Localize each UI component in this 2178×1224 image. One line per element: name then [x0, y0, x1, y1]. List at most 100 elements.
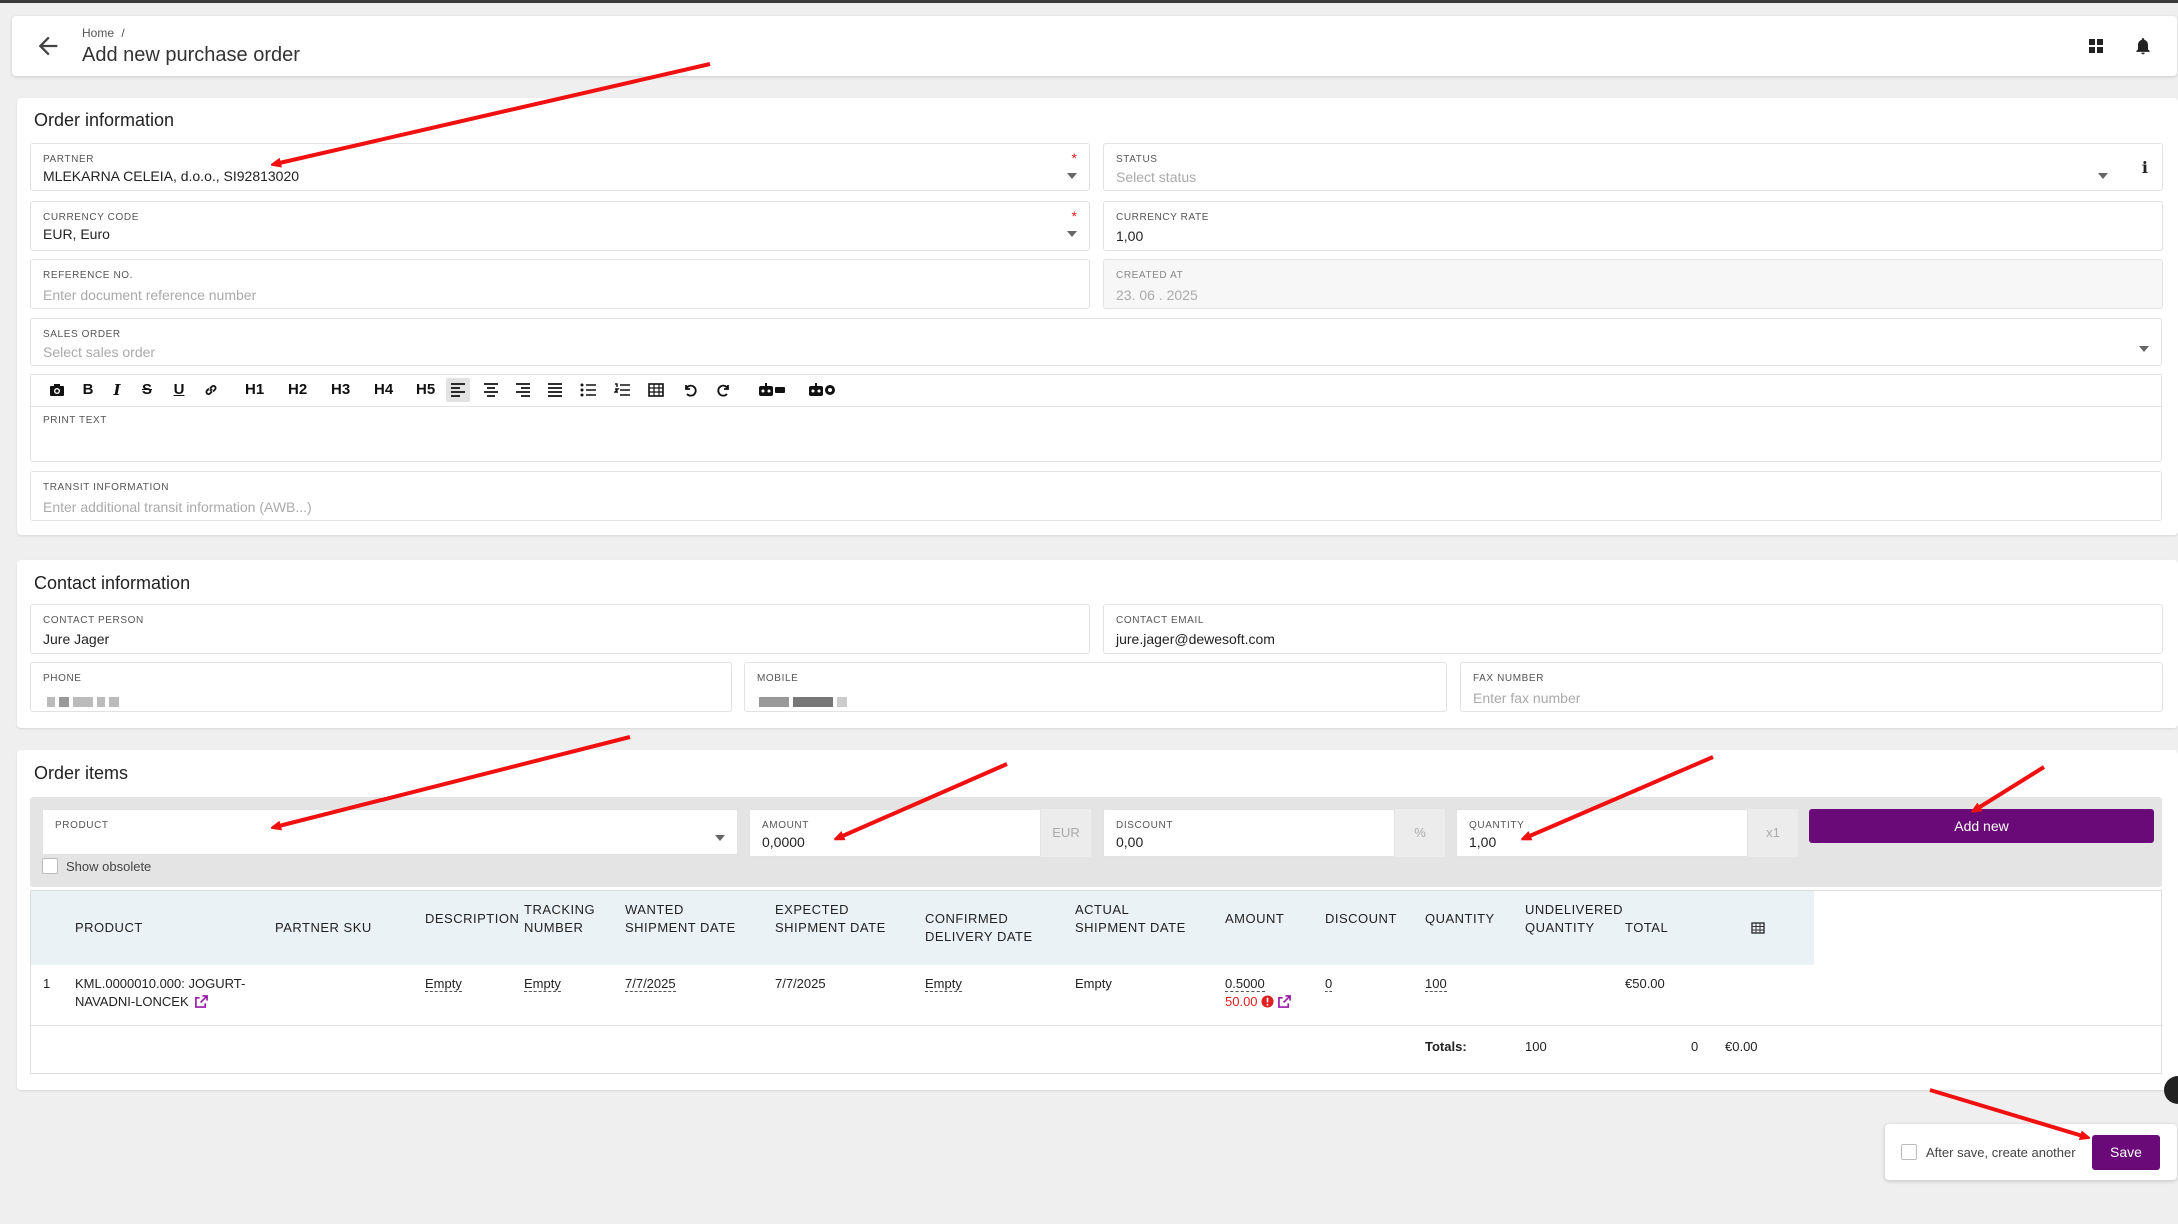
reference-no-input[interactable]: REFERENCE NO. Enter document reference n…	[30, 259, 1090, 309]
after-save-create-another-checkbox[interactable]	[1901, 1144, 1917, 1160]
external-link-icon[interactable]	[1277, 995, 1291, 1013]
quantity-value: 1,00	[1469, 834, 1497, 850]
phone-input[interactable]: PHONE	[30, 662, 732, 712]
chevron-down-icon[interactable]	[2139, 346, 2149, 352]
align-right-icon[interactable]	[511, 378, 535, 402]
row-expected-date: 7/7/2025	[775, 976, 826, 991]
align-justify-icon[interactable]	[543, 378, 567, 402]
undo-icon[interactable]	[678, 378, 702, 402]
status-select[interactable]: STATUS Select status i	[1103, 143, 2163, 191]
bold-icon[interactable]: B	[76, 378, 100, 402]
created-at-label: CREATED AT	[1116, 270, 1184, 281]
mobile-input[interactable]: MOBILE	[744, 662, 1447, 712]
col-expected-line1: EXPECTED	[775, 902, 850, 917]
col-partner-sku[interactable]: PARTNER SKU	[275, 919, 372, 937]
italic-icon[interactable]: I	[105, 378, 129, 402]
add-new-button[interactable]: Add new	[1809, 809, 2154, 843]
col-confirmed-delivery-date[interactable]: CONFIRMED DELIVERY DATE	[925, 910, 1033, 946]
contact-email-input[interactable]: CONTACT EMAIL jure.jager@dewesoft.com	[1103, 604, 2163, 654]
heading4-icon[interactable]: H4	[370, 378, 397, 402]
col-wanted-line1: WANTED	[625, 902, 684, 917]
bell-icon[interactable]	[2133, 36, 2153, 56]
column-settings-icon[interactable]	[1751, 921, 1765, 939]
info-icon[interactable]: i	[2142, 158, 2148, 177]
col-wanted-shipment-date[interactable]: WANTED SHIPMENT DATE	[625, 901, 736, 937]
percent-suffix: %	[1395, 809, 1445, 857]
row-quantity[interactable]: 100	[1425, 976, 1447, 992]
back-arrow-icon[interactable]	[34, 32, 62, 60]
discount-input[interactable]: DISCOUNT 0,00	[1103, 809, 1395, 857]
required-marker: *	[1071, 208, 1077, 224]
phone-redacted	[47, 693, 123, 711]
chevron-down-icon[interactable]	[715, 835, 725, 841]
camera-icon[interactable]	[45, 378, 69, 402]
row-discount[interactable]: 0	[1325, 976, 1333, 992]
partner-value: MLEKARNA CELEIA, d.o.o., SI92813020	[43, 168, 300, 184]
contact-email-value: jure.jager@dewesoft.com	[1116, 631, 1275, 647]
show-obsolete-checkbox[interactable]	[42, 858, 58, 874]
col-quantity[interactable]: QUANTITY	[1425, 910, 1495, 928]
fax-number-input[interactable]: FAX NUMBER Enter fax number	[1460, 662, 2163, 712]
col-total[interactable]: TOTAL	[1625, 919, 1668, 937]
discount-value: 0,00	[1116, 834, 1144, 850]
heading2-icon[interactable]: H2	[284, 378, 311, 402]
transit-information-input[interactable]: TRANSIT INFORMATION Enter additional tra…	[30, 471, 2162, 521]
created-at-value: 23. 06 . 2025	[1116, 287, 1198, 303]
col-expected-shipment-date[interactable]: EXPECTED SHIPMENT DATE	[775, 901, 886, 937]
grid-apps-icon[interactable]	[2086, 36, 2106, 56]
print-text-editor[interactable]: PRINT TEXT	[30, 406, 2162, 462]
sales-order-select[interactable]: SALES ORDER Select sales order	[30, 318, 2162, 366]
save-button[interactable]: Save	[2092, 1135, 2160, 1170]
row-product-line1: KML.0000010.000: JOGURT-	[75, 976, 246, 991]
row-product-line2: NAVADNI-LONCEK	[75, 994, 189, 1009]
row-confirmed-date[interactable]: Empty	[925, 976, 962, 992]
row-tracking-number[interactable]: Empty	[524, 976, 561, 992]
row-wanted-date[interactable]: 7/7/2025	[625, 976, 676, 992]
currency-code-select[interactable]: CURRENCY CODE EUR, Euro *	[30, 201, 1090, 251]
table-header: PRODUCT PARTNER SKU DESCRIPTION TRACKING…	[31, 891, 1814, 965]
heading3-icon[interactable]: H3	[327, 378, 354, 402]
row-amount-warning: 50.00	[1225, 994, 1258, 1009]
external-link-icon[interactable]	[195, 995, 209, 1013]
col-product[interactable]: PRODUCT	[75, 919, 143, 937]
table-icon[interactable]	[644, 378, 668, 402]
mobile-redacted	[759, 693, 851, 711]
chevron-down-icon[interactable]	[1067, 173, 1077, 179]
row-amount[interactable]: 0.5000	[1225, 976, 1265, 992]
amount-input[interactable]: AMOUNT 0,0000	[749, 809, 1041, 857]
currency-code-value: EUR, Euro	[43, 226, 110, 242]
strikethrough-icon[interactable]: S	[135, 378, 159, 402]
numbered-list-icon[interactable]	[610, 378, 634, 402]
col-tracking-number[interactable]: TRACKING NUMBER	[524, 901, 595, 937]
underline-icon[interactable]: U	[167, 378, 191, 402]
align-left-icon[interactable]	[446, 378, 470, 402]
chevron-down-icon[interactable]	[1067, 231, 1077, 237]
chevron-down-icon[interactable]	[2098, 173, 2108, 179]
heading1-icon[interactable]: H1	[241, 378, 268, 402]
col-discount[interactable]: DISCOUNT	[1325, 910, 1397, 928]
heading5-icon[interactable]: H5	[412, 378, 439, 402]
bullet-list-icon[interactable]	[576, 378, 600, 402]
reference-no-placeholder: Enter document reference number	[43, 287, 257, 303]
col-tracking-line1: TRACKING	[524, 902, 596, 917]
col-wanted-line2: SHIPMENT DATE	[625, 920, 736, 935]
align-center-icon[interactable]	[479, 378, 503, 402]
contact-person-input[interactable]: CONTACT PERSON Jure Jager	[30, 604, 1090, 654]
col-tracking-line2: NUMBER	[524, 920, 584, 935]
breadcrumb-separator: /	[121, 26, 125, 40]
redo-icon[interactable]	[712, 378, 736, 402]
page-title: Add new purchase order	[82, 44, 300, 66]
row-description[interactable]: Empty	[425, 976, 462, 992]
product-select[interactable]: PRODUCT	[42, 809, 738, 855]
col-actual-shipment-date[interactable]: ACTUAL SHIPMENT DATE	[1075, 901, 1186, 937]
col-amount[interactable]: AMOUNT	[1225, 910, 1284, 928]
breadcrumb-home[interactable]: Home	[82, 26, 114, 40]
link-icon[interactable]	[199, 378, 223, 402]
robot-settings-icon[interactable]	[803, 378, 841, 402]
col-undelivered-quantity[interactable]: UNDELIVERED QUANTITY	[1525, 901, 1623, 937]
quantity-input[interactable]: QUANTITY 1,00	[1456, 809, 1748, 857]
currency-rate-input[interactable]: CURRENCY RATE 1,00	[1103, 201, 2163, 251]
col-description[interactable]: DESCRIPTION	[425, 910, 519, 928]
robot-icon[interactable]	[753, 378, 791, 402]
partner-select[interactable]: PARTNER MLEKARNA CELEIA, d.o.o., SI92813…	[30, 143, 1090, 191]
